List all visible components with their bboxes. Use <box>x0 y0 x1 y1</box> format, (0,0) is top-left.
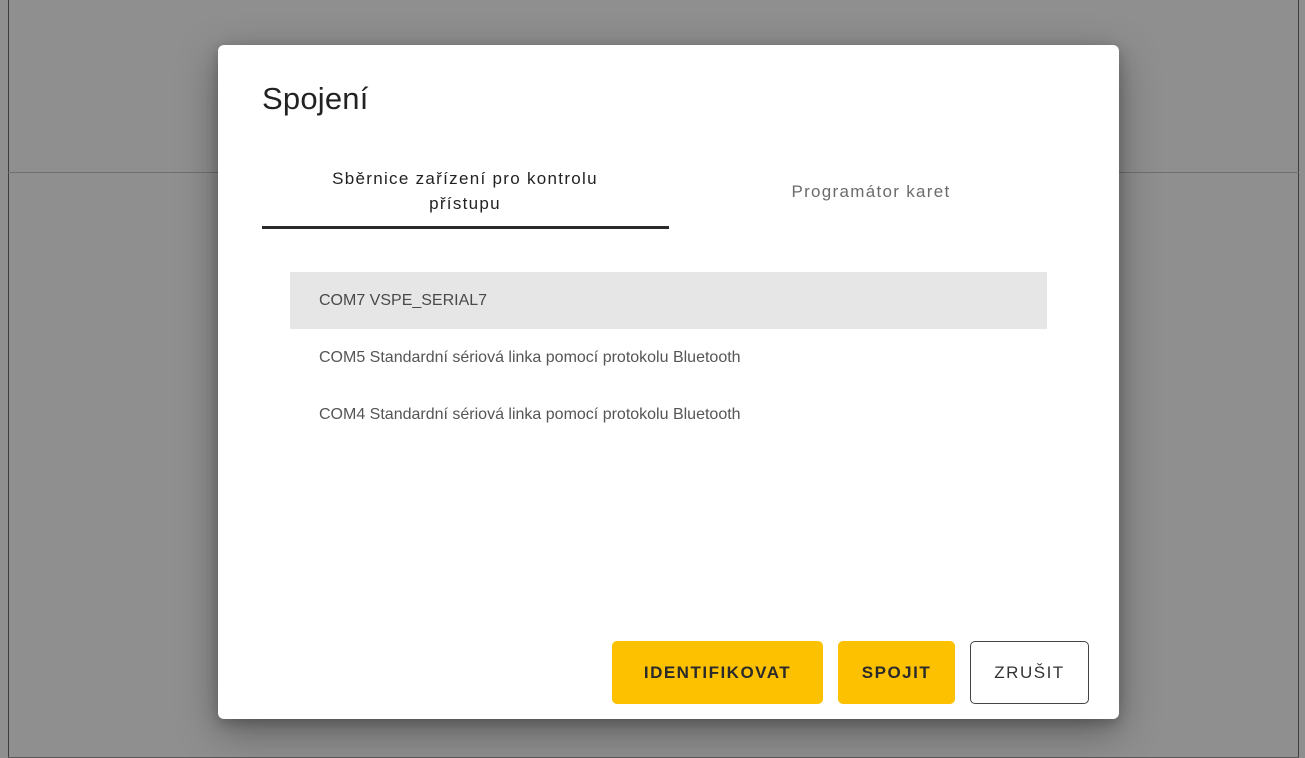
list-item[interactable]: COM5 Standardní sériová linka pomocí pro… <box>290 329 1047 386</box>
connection-dialog: Spojení Sběrnice zařízení pro kontrolu p… <box>218 45 1119 719</box>
tab-access-control-bus-label: Sběrnice zařízení pro kontrolu přístupu <box>332 169 598 213</box>
cancel-button[interactable]: ZRUŠIT <box>970 641 1089 704</box>
active-tab-indicator <box>262 226 669 229</box>
tab-access-control-bus[interactable]: Sběrnice zařízení pro kontrolu přístupu <box>262 153 668 229</box>
tab-card-programmer[interactable]: Programátor karet <box>668 153 1074 229</box>
window-right-edge <box>1298 0 1299 758</box>
list-item[interactable]: COM4 Standardní sériová linka pomocí pro… <box>290 386 1047 443</box>
port-list: COM7 VSPE_SERIAL7 COM5 Standardní sériov… <box>290 272 1047 443</box>
list-item[interactable]: COM7 VSPE_SERIAL7 <box>290 272 1047 329</box>
identify-button[interactable]: IDENTIFIKOVAT <box>612 641 823 704</box>
dialog-title: Spojení <box>262 81 369 116</box>
connect-button[interactable]: SPOJIT <box>838 641 955 704</box>
window-left-edge <box>8 0 9 758</box>
dialog-actions: IDENTIFIKOVAT SPOJIT ZRUŠIT <box>612 641 1089 704</box>
connection-tabs: Sběrnice zařízení pro kontrolu přístupu … <box>262 153 1074 231</box>
tab-card-programmer-label: Programátor karet <box>791 181 951 201</box>
